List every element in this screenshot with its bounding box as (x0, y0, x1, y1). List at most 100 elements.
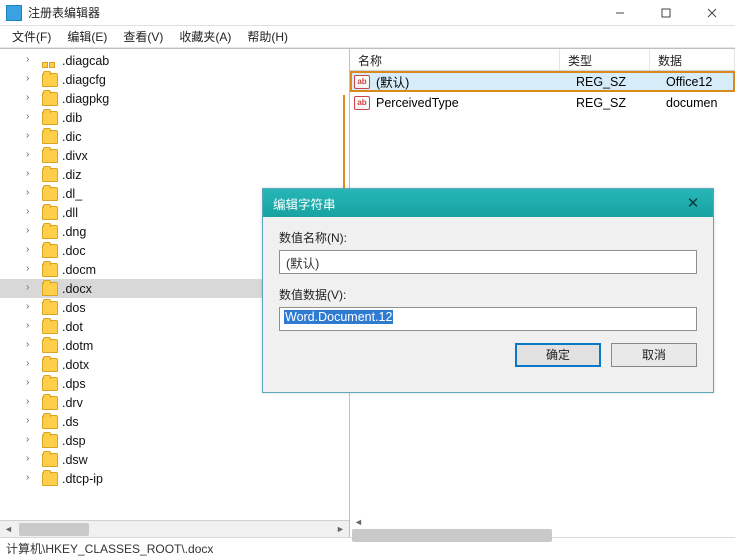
tree-item[interactable]: › .dtcp-ip (0, 469, 349, 488)
expand-icon[interactable]: › (26, 301, 38, 313)
value-row[interactable]: ab(默认)REG_SZOffice12 (350, 71, 735, 92)
tree-item[interactable]: ›.diagpkg (0, 89, 349, 108)
tree-item-label: .docm (62, 263, 96, 277)
folder-icon (42, 206, 58, 220)
window-title: 注册表编辑器 (28, 4, 597, 21)
tree-item-label: .dsw (62, 453, 88, 467)
value-row[interactable]: abPerceivedTypeREG_SZdocumen (350, 92, 735, 113)
tree-item-label: .dll (62, 206, 78, 220)
expand-icon[interactable]: › (26, 453, 38, 465)
folder-icon (42, 168, 58, 182)
close-button[interactable] (689, 0, 735, 26)
expand-icon[interactable]: › (26, 320, 38, 332)
tree-item[interactable]: ›.diagcab (0, 51, 349, 70)
folder-icon (42, 130, 58, 144)
expand-icon[interactable]: › (26, 168, 38, 180)
folder-icon (42, 244, 58, 258)
scroll-thumb[interactable] (352, 529, 552, 542)
tree-item-label: .diz (62, 168, 81, 182)
titlebar: 注册表编辑器 (0, 0, 735, 26)
folder-icon (42, 453, 58, 467)
expand-icon[interactable]: › (26, 92, 38, 104)
tree-item[interactable]: › .dic (0, 127, 349, 146)
menubar: 文件(F) 编辑(E) 查看(V) 收藏夹(A) 帮助(H) (0, 26, 735, 48)
minimize-button[interactable] (597, 0, 643, 26)
folder-icon (42, 472, 58, 486)
maximize-button[interactable] (643, 0, 689, 26)
horizontal-scrollbar-right[interactable]: ◄ ► (350, 517, 735, 537)
tree-item-label: .doc (62, 244, 86, 258)
menu-help[interactable]: 帮助(H) (239, 26, 296, 47)
expand-icon[interactable]: › (26, 396, 38, 408)
col-name[interactable]: 名称 (350, 49, 560, 70)
scroll-thumb[interactable] (19, 523, 89, 536)
expand-icon[interactable]: › (26, 434, 38, 446)
value-data-field[interactable]: Word.Document.12 (279, 307, 697, 331)
col-type[interactable]: 类型 (560, 49, 650, 70)
expand-icon[interactable]: › (26, 244, 38, 256)
tree-item-label: .dib (62, 111, 82, 125)
expand-icon[interactable]: › (26, 339, 38, 351)
folder-icon (42, 225, 58, 239)
tree-item-label: .dng (62, 225, 86, 239)
tree-item[interactable]: › .drv (0, 393, 349, 412)
tree-item[interactable]: › .diz (0, 165, 349, 184)
folder-icon (42, 415, 58, 429)
menu-edit[interactable]: 编辑(E) (59, 26, 115, 47)
tree-item[interactable]: › .dib (0, 108, 349, 127)
tree-item[interactable]: ›.divx (0, 146, 349, 165)
col-data[interactable]: 数据 (650, 49, 735, 70)
folder-icon (42, 358, 58, 372)
expand-icon[interactable]: › (26, 111, 38, 123)
tree-item-label: .dos (62, 301, 86, 315)
folder-icon (42, 263, 58, 277)
tree-item-label: .dic (62, 130, 81, 144)
tree-item-label: .ds (62, 415, 79, 429)
expand-icon[interactable]: › (26, 187, 38, 199)
app-icon (6, 5, 22, 21)
expand-icon[interactable]: › (26, 73, 38, 85)
tree-item-label: .dot (62, 320, 83, 334)
menu-favorites[interactable]: 收藏夹(A) (171, 26, 239, 47)
folder-icon (42, 111, 58, 125)
tree-item-label: .dtcp-ip (62, 472, 103, 486)
ok-button[interactable]: 确定 (515, 343, 601, 367)
expand-icon[interactable]: › (26, 282, 38, 294)
expand-icon[interactable]: › (26, 130, 38, 142)
tree-item[interactable]: › .dsw (0, 450, 349, 469)
expand-icon[interactable]: › (26, 358, 38, 370)
tree-item-label: .dsp (62, 434, 86, 448)
tree-item-label: .docx (62, 282, 92, 296)
dialog-titlebar[interactable]: 编辑字符串 ✕ (263, 189, 713, 217)
menu-view[interactable]: 查看(V) (115, 26, 171, 47)
menu-file[interactable]: 文件(F) (4, 26, 59, 47)
folder-icon (42, 282, 58, 296)
scroll-left-icon[interactable]: ◄ (0, 521, 17, 537)
expand-icon[interactable]: › (26, 225, 38, 237)
expand-icon[interactable]: › (26, 206, 38, 218)
horizontal-scrollbar[interactable]: ◄ ► (0, 520, 349, 537)
folder-icon (42, 149, 58, 163)
value-type: REG_SZ (576, 96, 666, 110)
expand-icon[interactable]: › (26, 54, 38, 66)
dialog-close-button[interactable]: ✕ (673, 189, 713, 217)
cancel-button[interactable]: 取消 (611, 343, 697, 367)
value-data-label: 数值数据(V): (279, 286, 697, 303)
value-data: documen (666, 96, 735, 110)
expand-icon[interactable]: › (26, 472, 38, 484)
folder-icon (42, 320, 58, 334)
expand-icon[interactable]: › (26, 415, 38, 427)
tree-item[interactable]: › .ds (0, 412, 349, 431)
expand-icon[interactable]: › (26, 377, 38, 389)
string-value-icon: ab (354, 96, 370, 110)
scroll-left-icon[interactable]: ◄ (350, 517, 367, 527)
expand-icon[interactable]: › (26, 263, 38, 275)
tree-item[interactable]: ›.diagcfg (0, 70, 349, 89)
tree-item-label: .drv (62, 396, 83, 410)
tree-item[interactable]: › .dsp (0, 431, 349, 450)
scroll-right-icon[interactable]: ► (332, 521, 349, 537)
column-headers[interactable]: 名称 类型 数据 (350, 49, 735, 71)
value-data-text: Word.Document.12 (284, 310, 393, 324)
folder-icon (42, 301, 58, 315)
expand-icon[interactable]: › (26, 149, 38, 161)
